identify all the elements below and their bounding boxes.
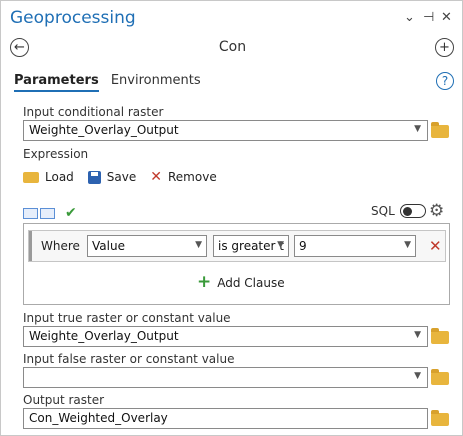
help-icon[interactable]: ? [436,72,454,90]
clause-mode-icon[interactable] [23,207,38,219]
tool-title: Con [218,39,247,55]
where-label: Where [41,239,80,253]
cond-raster-label: Input conditional raster [23,105,164,119]
save-button[interactable]: Save [87,170,136,184]
chevron-down-icon[interactable]: ⌄ [404,10,415,25]
operator-dropdown[interactable]: is greater t ▼ [213,235,289,257]
sql-toggle-group: SQL [371,204,426,218]
folder-icon [23,171,39,183]
chevron-down-icon[interactable]: ▼ [414,371,421,381]
true-raster-label: Input true raster or constant value [23,311,231,325]
chevron-down-icon: ▼ [277,240,284,250]
tab-parameters[interactable]: Parameters [14,73,99,92]
true-raster-value: Weighte_Overlay_Output [29,329,179,343]
close-icon[interactable]: ✕ [441,10,452,25]
folder-icon[interactable] [431,122,449,138]
folder-icon[interactable] [431,369,449,385]
pin-icon[interactable]: ⊣ [423,10,434,25]
field-dropdown[interactable]: Value ▼ [87,235,207,257]
tab-environments[interactable]: Environments [111,73,201,88]
remove-icon: ✕ [150,169,162,185]
false-raster-label: Input false raster or constant value [23,352,235,366]
pane-title: Geoprocessing [10,8,136,28]
sql-toggle[interactable] [399,204,426,218]
expression-label: Expression [23,147,89,161]
chevron-down-icon[interactable]: ▼ [414,124,421,134]
output-raster-input[interactable]: Con_Weighted_Overlay [23,408,428,429]
true-raster-input[interactable]: Weighte_Overlay_Output ▼ [23,326,428,347]
tab-strip: Parameters Environments [14,73,209,92]
clause-mode-icon[interactable] [40,207,55,219]
plus-icon: + [197,272,212,292]
clause-builder: Where Value ▼ is greater t ▼ 9 ▼ ✕ + Add Cl… [23,223,450,305]
value-dropdown[interactable]: 9 ▼ [294,235,416,257]
save-icon [87,170,101,184]
clause-row: Where Value ▼ is greater t ▼ 9 ▼ ✕ [28,230,446,262]
load-button[interactable]: Load [23,170,74,184]
chevron-down-icon: ▼ [195,240,202,250]
false-raster-input[interactable]: ▼ [23,367,428,388]
add-icon[interactable]: + [435,38,454,57]
remove-button[interactable]: ✕ Remove [150,169,216,185]
expression-toolbar: Load Save ✕ Remove [23,169,217,185]
add-clause-button[interactable]: + Add Clause [197,274,285,291]
sql-label: SQL [371,204,395,218]
output-raster-value: Con_Weighted_Overlay [29,411,168,425]
output-raster-label: Output raster [23,393,105,407]
query-toolbar: ✔ [23,205,77,221]
chevron-down-icon: ▼ [404,240,411,250]
cond-raster-value: Weighte_Overlay_Output [29,123,179,137]
cond-raster-input[interactable]: Weighte_Overlay_Output ▼ [23,120,428,141]
verify-icon[interactable]: ✔ [65,205,77,221]
delete-clause-icon[interactable]: ✕ [429,237,442,255]
folder-icon[interactable] [431,328,449,344]
chevron-down-icon[interactable]: ▼ [414,330,421,340]
folder-icon[interactable] [431,410,449,426]
geoprocessing-pane: Geoprocessing ⌄ ⊣ ✕ ← Con + Parameters E… [0,0,463,436]
gear-icon[interactable]: ⚙ [429,201,444,221]
